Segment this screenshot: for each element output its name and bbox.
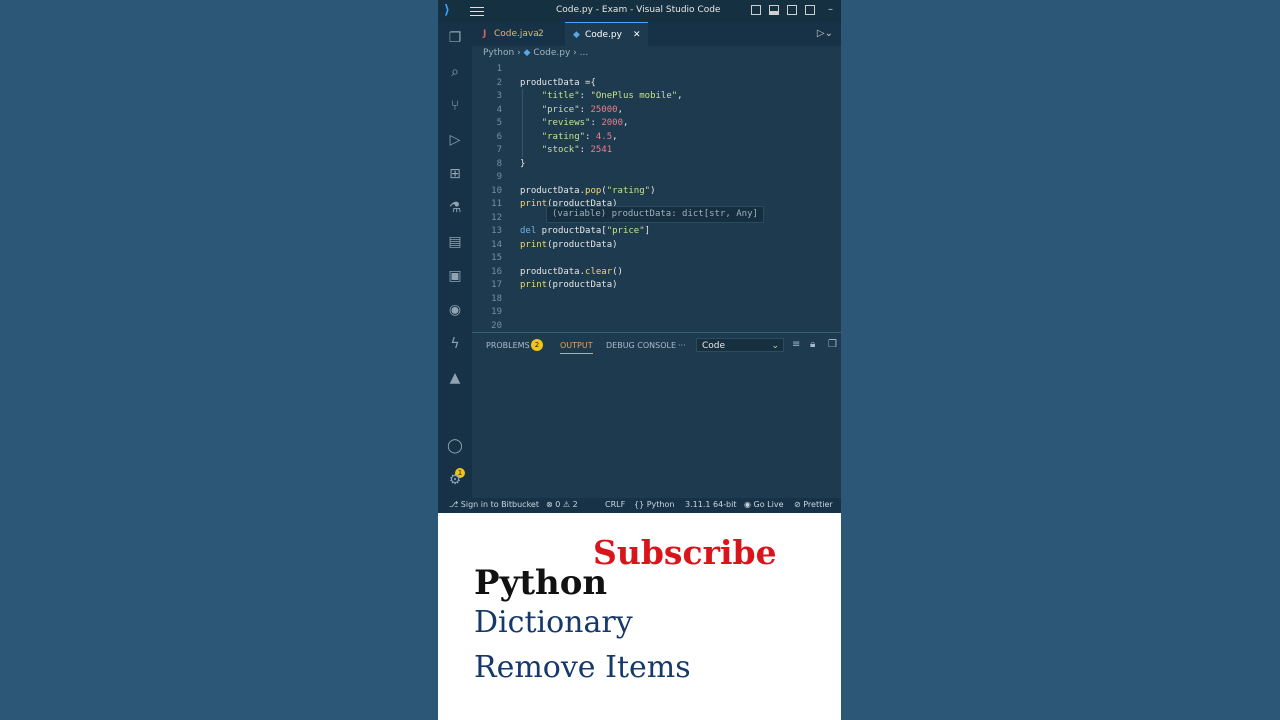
line-number: 12 — [491, 212, 502, 223]
tab-label: Code.java — [494, 29, 539, 39]
activity-bar: ❐ ⌕ ⑂ ▷ ⊞ ⚗ ▤ ▣ ◉ ϟ ▲ ◯ 1 ⚙ — [438, 22, 472, 498]
output-channel-value: Code — [702, 341, 726, 351]
line-number: 2 — [496, 77, 502, 88]
git-graph-icon[interactable]: ◉ — [447, 302, 463, 318]
line-number: 6 — [496, 131, 502, 142]
line-number: 18 — [491, 293, 502, 304]
code-line[interactable]: "price": 25000, — [520, 105, 623, 115]
code-line[interactable]: } — [520, 159, 525, 169]
code-editor[interactable]: 1 2 productData ={3 "title": "OnePlus mobi… — [472, 62, 841, 332]
output-channel-select[interactable]: Code ⌄ — [696, 338, 784, 352]
line-number: 5 — [496, 118, 502, 128]
bottom-panel: PROBLEMS 2 OUTPUT DEBUG CONSOLE ··· Code… — [472, 332, 841, 499]
toggle-sidebar-icon[interactable] — [751, 5, 761, 15]
extensions-icon[interactable]: ⊞ — [447, 166, 463, 182]
code-line[interactable]: "rating": 4.5, — [520, 132, 618, 142]
prettier-status[interactable]: ⊘ Prettier — [794, 500, 833, 509]
promo-title: Python — [474, 563, 608, 603]
customize-layout-icon[interactable] — [805, 5, 815, 15]
vscode-window: ⟩ Code.py - Exam - Visual Studio Code – … — [438, 0, 841, 720]
lightning-icon[interactable]: ϟ — [447, 336, 463, 352]
line-number: 7 — [496, 145, 502, 155]
title-bar: ⟩ Code.py - Exam - Visual Studio Code – — [438, 0, 841, 22]
code-line[interactable]: "title": "OnePlus mobile", — [520, 91, 683, 101]
line-number: 11 — [491, 199, 502, 209]
line-number: 8 — [496, 158, 502, 169]
source-control-icon[interactable]: ⑂ — [447, 98, 463, 114]
code-line[interactable]: print(productData) — [520, 240, 618, 250]
code-line[interactable]: "reviews": 2000, — [520, 118, 629, 128]
run-debug-icon[interactable]: ▷ — [447, 132, 463, 148]
bitbucket-status[interactable]: ⎇ Sign in to Bitbucket — [449, 500, 539, 509]
account-icon[interactable]: ◯ — [447, 438, 463, 454]
line-number: 10 — [491, 185, 502, 196]
code-line[interactable]: "stock": 2541 — [520, 145, 612, 155]
line-number: 14 — [491, 239, 502, 250]
breadcrumb: Python › ◆ Code.py › ... — [483, 48, 588, 58]
deploy-icon[interactable]: ▲ — [447, 370, 463, 386]
hover-tooltip: (variable) productData: dict[str, Any] — [546, 206, 764, 223]
line-number: 4 — [496, 104, 502, 115]
subscribe-text[interactable]: Subscribe — [593, 533, 777, 572]
notebook-icon[interactable]: ▤ — [447, 234, 463, 250]
more-actions-icon[interactable]: ··· — [678, 341, 686, 350]
line-number: 16 — [491, 266, 502, 277]
line-number: 19 — [491, 307, 502, 317]
breadcrumb-file[interactable]: Code.py — [533, 48, 570, 58]
tab-label: Code.py — [585, 30, 622, 40]
minimize-button[interactable]: – — [828, 4, 833, 15]
promo-subtitle-dictionary: Dictionary — [474, 605, 633, 640]
promo-subtitle-remove-items: Remove Items — [474, 650, 691, 685]
search-icon[interactable]: ⌕ — [447, 64, 463, 80]
run-file-icon[interactable]: ▷⌄ — [817, 28, 833, 39]
line-number: 13 — [491, 226, 502, 236]
python-file-icon: ◆ — [573, 30, 580, 40]
go-live-status[interactable]: ◉ Go Live — [744, 500, 784, 509]
line-number: 9 — [496, 172, 502, 182]
menu-icon[interactable] — [470, 4, 484, 18]
code-line[interactable]: productData ={ — [520, 78, 596, 88]
java-file-icon: J — [483, 29, 487, 39]
status-bar: ⎇ Sign in to Bitbucket ⊗ 0 ⚠ 2 CRLF {} P… — [438, 498, 841, 513]
tab-problems-badge: 2 — [538, 29, 544, 39]
promo-banner: Subscribe Python Dictionary Remove Items — [438, 513, 841, 720]
chevron-down-icon: ⌄ — [771, 341, 779, 351]
vscode-logo-icon: ⟩ — [444, 3, 450, 18]
line-number: 15 — [491, 253, 502, 263]
toggle-secondary-sidebar-icon[interactable] — [787, 5, 797, 15]
python-file-icon: ◆ — [523, 48, 531, 58]
line-number: 3 — [496, 91, 502, 101]
interpreter-status[interactable]: 3.11.1 64-bit — [685, 500, 737, 509]
tab-problems[interactable]: PROBLEMS — [486, 341, 530, 350]
line-number: 1 — [496, 64, 502, 74]
tab-code-py[interactable]: ◆ Code.py ✕ — [565, 22, 648, 46]
explorer-icon[interactable]: ❐ — [447, 30, 463, 46]
problems-status[interactable]: ⊗ 0 ⚠ 2 — [546, 500, 578, 509]
terminal-icon[interactable]: ▣ — [447, 268, 463, 284]
close-icon[interactable]: ✕ — [633, 23, 641, 47]
copy-icon[interactable]: ❐ — [828, 339, 837, 350]
tab-debug-console[interactable]: DEBUG CONSOLE — [606, 341, 676, 350]
eol-status[interactable]: CRLF — [605, 500, 625, 509]
breadcrumb-folder[interactable]: Python — [483, 48, 514, 58]
tab-code-java[interactable]: J Code.java 2 — [472, 22, 565, 46]
language-status[interactable]: {} Python — [634, 500, 674, 509]
breadcrumb-more[interactable]: ... — [580, 48, 589, 58]
editor-tabs: J Code.java 2 ◆ Code.py ✕ ▷⌄ — [472, 22, 841, 46]
settings-gear-icon[interactable]: ⚙ — [447, 472, 463, 488]
lock-scroll-icon[interactable]: 🔒︎ — [810, 339, 815, 350]
window-title: Code.py - Exam - Visual Studio Code — [556, 5, 721, 15]
tab-output[interactable]: OUTPUT — [560, 341, 593, 354]
code-line[interactable]: productData.pop("rating") — [520, 186, 656, 196]
clear-output-icon[interactable]: ≡ — [792, 339, 800, 350]
code-line[interactable]: print(productData) — [520, 280, 618, 290]
line-number: 17 — [491, 280, 502, 290]
code-line[interactable]: productData.clear() — [520, 267, 623, 277]
code-line[interactable]: del productData["price"] — [520, 226, 650, 236]
line-number: 20 — [491, 320, 502, 331]
problems-count-badge: 2 — [531, 339, 543, 351]
toggle-panel-icon[interactable] — [769, 5, 779, 15]
testing-icon[interactable]: ⚗ — [447, 200, 463, 216]
